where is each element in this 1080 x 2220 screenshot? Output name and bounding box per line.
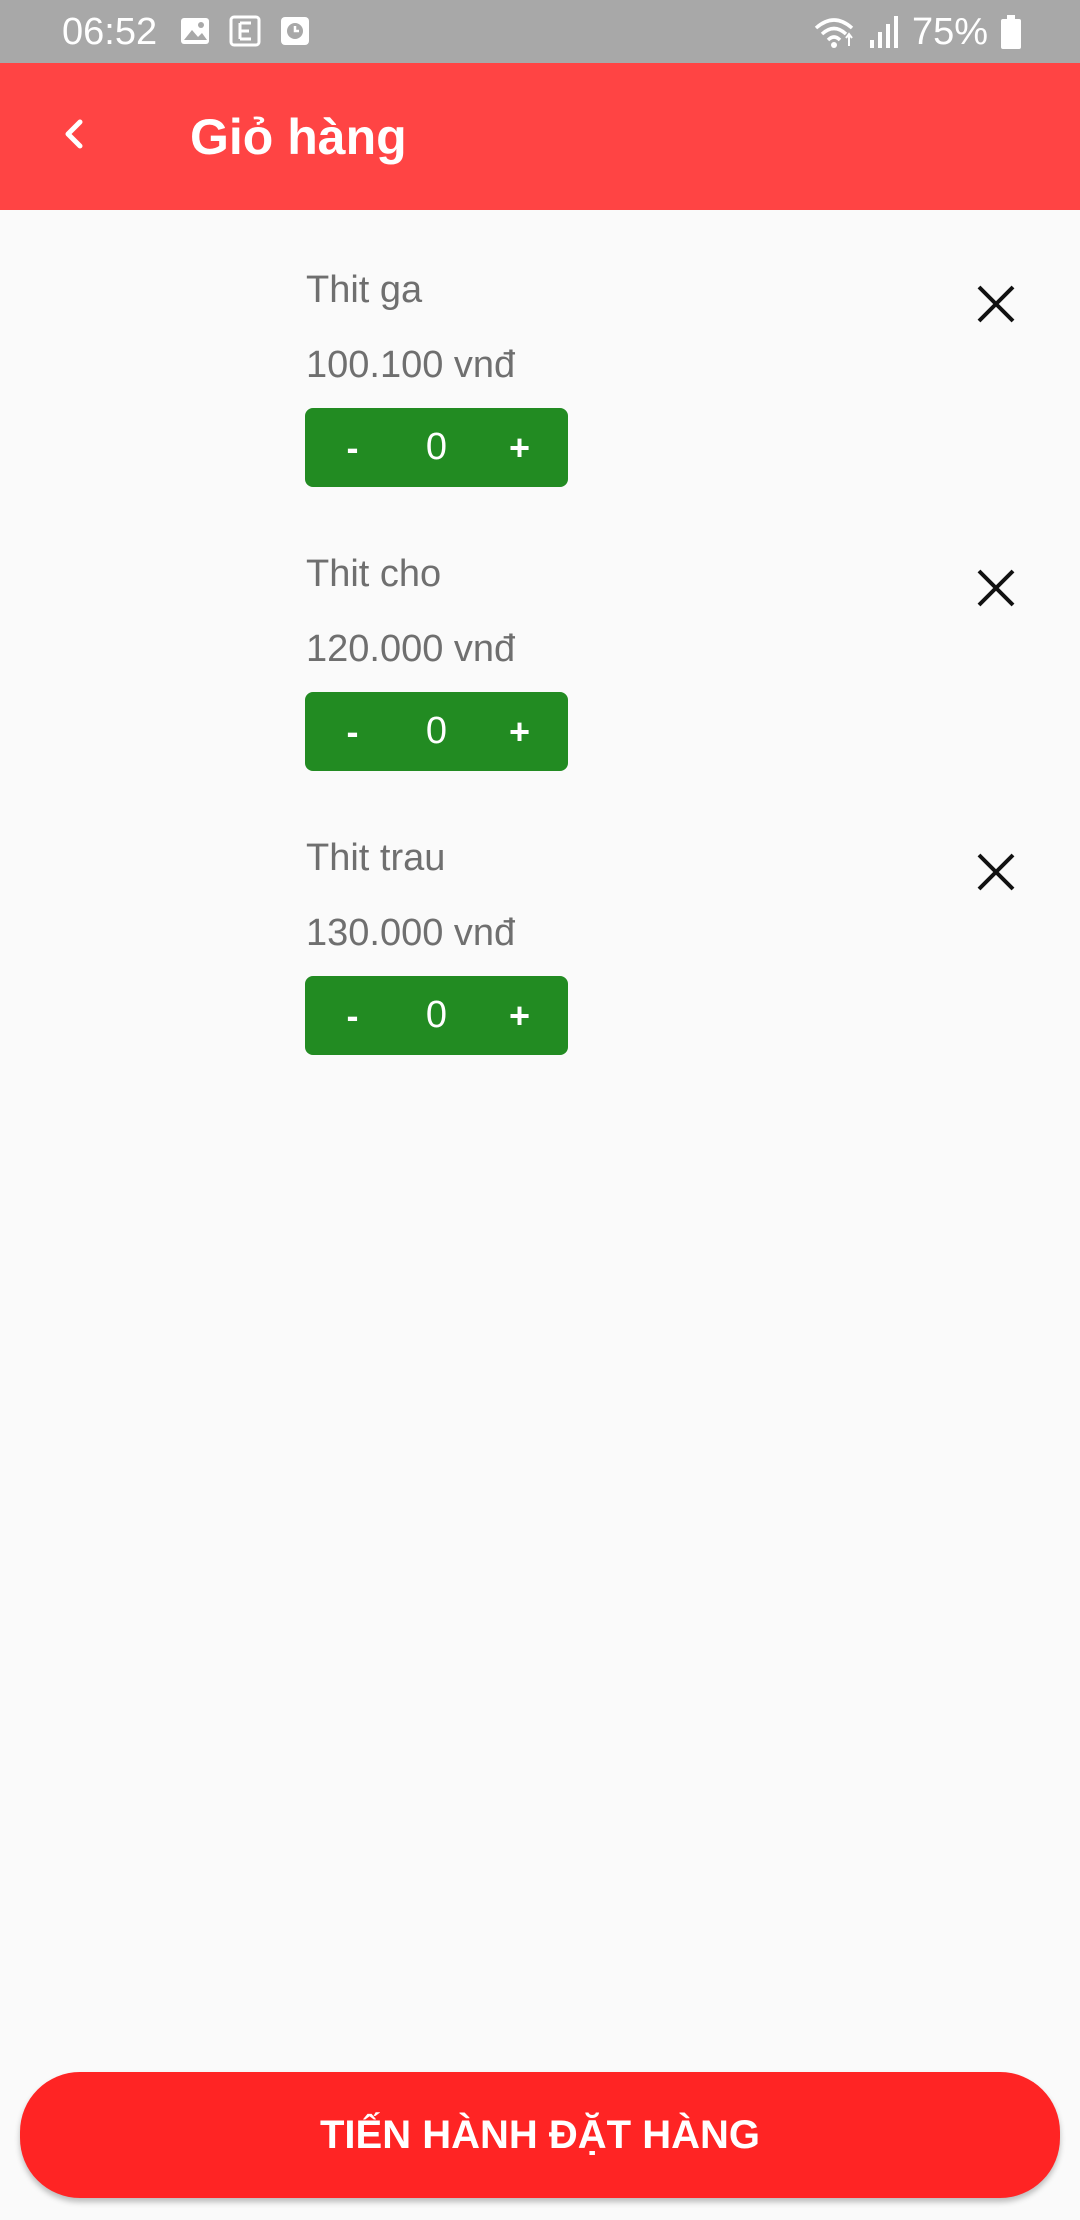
quantity-stepper: - 0 + <box>305 976 568 1055</box>
app-bar: Giỏ hàng <box>0 63 1080 210</box>
increase-button[interactable]: + <box>492 408 547 487</box>
item-price: 100.100 vnđ <box>306 344 516 386</box>
battery-icon <box>1001 15 1021 49</box>
remove-item-button[interactable] <box>968 276 1024 332</box>
quantity-value: 0 <box>425 710 448 752</box>
gallery-icon <box>181 18 209 44</box>
quantity-stepper: - 0 + <box>305 692 568 771</box>
decrease-button[interactable]: - <box>325 976 380 1055</box>
cart-item: Thit cho 120.000 vnđ - 0 + <box>0 552 1080 836</box>
item-price: 120.000 vnđ <box>306 628 516 670</box>
signal-icon <box>869 16 898 48</box>
status-bar: 06:52 75% <box>0 0 1080 63</box>
item-price: 130.000 vnđ <box>306 912 516 954</box>
quantity-value: 0 <box>425 994 448 1036</box>
e-icon <box>229 15 261 47</box>
item-name: Thit trau <box>306 837 446 879</box>
remove-item-button[interactable] <box>968 844 1024 900</box>
quantity-stepper: - 0 + <box>305 408 568 487</box>
increase-button[interactable]: + <box>492 692 547 771</box>
quantity-value: 0 <box>425 426 448 468</box>
wifi-icon <box>814 18 854 48</box>
checkout-button[interactable]: TIẾN HÀNH ĐẶT HÀNG <box>20 2072 1060 2198</box>
battery-percent: 75% <box>911 11 988 53</box>
close-icon <box>977 569 1015 607</box>
cart-item: Thit ga 100.100 vnđ - 0 + <box>0 268 1080 552</box>
remove-item-button[interactable] <box>968 560 1024 616</box>
item-name: Thit cho <box>306 553 442 595</box>
decrease-button[interactable]: - <box>325 692 380 771</box>
chevron-left-icon <box>65 119 83 149</box>
cart-item: Thit trau 130.000 vnđ - 0 + <box>0 836 1080 1120</box>
notification-icons <box>178 14 312 48</box>
page-title: Giỏ hàng <box>190 109 407 165</box>
clock-icon <box>281 17 309 45</box>
decrease-button[interactable]: - <box>325 408 380 487</box>
close-icon <box>977 853 1015 891</box>
item-name: Thit ga <box>306 269 423 311</box>
status-time: 06:52 <box>62 11 158 53</box>
system-icons: 75% <box>812 10 1022 54</box>
close-icon <box>977 285 1015 323</box>
back-button[interactable] <box>40 99 110 169</box>
increase-button[interactable]: + <box>492 976 547 1055</box>
